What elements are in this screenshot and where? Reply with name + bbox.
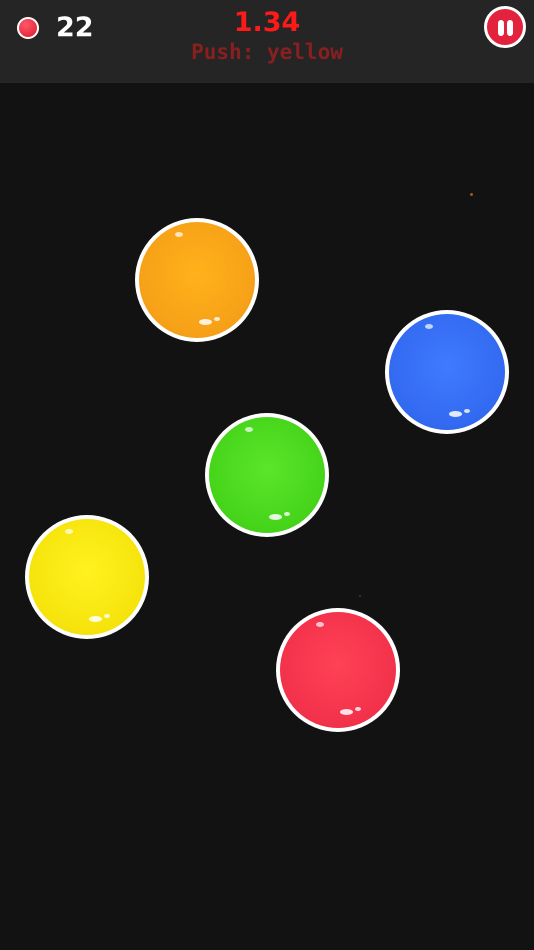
particle — [359, 595, 361, 597]
pause-icon — [507, 20, 513, 36]
particle — [470, 193, 473, 196]
orange-ball[interactable] — [135, 218, 259, 342]
green-ball[interactable] — [205, 413, 329, 537]
yellow-ball[interactable] — [25, 515, 149, 639]
top-bar: 22 1.34 Push: yellow — [0, 0, 534, 83]
blue-ball-fill — [389, 314, 505, 430]
orange-ball-fill — [139, 222, 255, 338]
red-ball[interactable] — [276, 608, 400, 732]
timer: 1.34 — [233, 7, 301, 38]
pause-icon — [498, 20, 504, 36]
instruction-text: Push: yellow — [191, 40, 343, 64]
pause-button[interactable] — [484, 6, 526, 48]
game-screen: 22 1.34 Push: yellow — [0, 0, 534, 950]
red-ball-fill — [280, 612, 396, 728]
green-ball-fill — [209, 417, 325, 533]
yellow-ball-fill — [29, 519, 145, 635]
blue-ball[interactable] — [385, 310, 509, 434]
